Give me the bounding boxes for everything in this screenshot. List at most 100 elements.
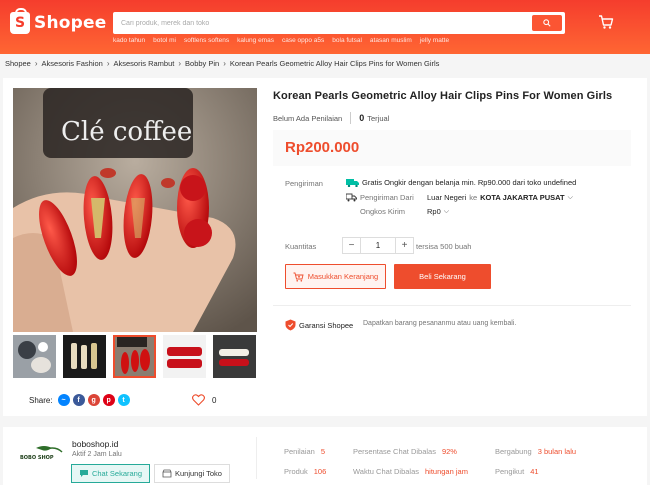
breadcrumb-link[interactable]: Aksesoris Fashion [42,59,103,68]
add-to-cart-button[interactable]: Masukkan Keranjang [285,264,386,289]
guarantee-badge[interactable]: Garansi Shopee [285,319,353,331]
thumbnail[interactable] [213,335,256,378]
breadcrumb-link[interactable]: Bobby Pin [185,59,219,68]
cart-add-icon [293,272,304,282]
chat-now-button[interactable]: Chat Sekarang [71,464,150,483]
shop-logo-text: BOBO SHOP [20,455,54,461]
product-photo: Clé coffee [13,88,257,332]
like-button[interactable]: 0 [192,394,216,406]
shipping-cost-value[interactable]: Rp0 [427,207,441,216]
suggestion-link[interactable]: kado tahun [113,37,145,44]
stat-followers: Pengikut 41 [495,467,539,476]
price-box: Rp200.000 [273,130,631,166]
stat-label: Persentase Chat Dibalas [353,447,436,456]
logo-text: Shopee [34,13,107,33]
chat-now-label: Chat Sekarang [91,469,143,478]
thumbnail-photo [213,335,256,378]
breadcrumb: Shopee › Aksesoris Fashion › Aksesoris R… [5,59,439,68]
stat-label: Penilaian [284,447,315,456]
suggestion-link[interactable]: kalung emas [237,37,274,44]
stat-label: Pengikut [495,467,525,476]
stat-value: 92% [441,447,457,456]
visit-shop-label: Kunjungi Toko [175,469,222,478]
chevron-right-icon: › [106,59,110,68]
suggestion-link[interactable]: bola futsal [332,37,362,44]
thumbnail[interactable] [163,335,206,378]
stat-value: 5 [320,447,326,456]
search-input[interactable] [113,12,523,34]
visit-shop-button[interactable]: Kunjungi Toko [154,464,230,483]
shipping-to-label: ke [469,193,478,202]
stat-value: 3 bulan lalu [537,447,577,456]
shipping-cost-label: Ongkos Kirim [360,207,406,216]
suggestion-link[interactable]: botol mi [153,37,176,44]
shipping-from-row: Pengiriman Dari Luar Negeri ke KOTA JAKA… [346,193,573,202]
search-icon [543,19,551,27]
thumbnail-photo [163,335,206,378]
stat-joined: Bergabung 3 bulan lalu [495,447,576,456]
shop-card: BOBO SHOP boboshop.id Aktif 2 Jam Lalu C… [3,427,647,485]
increment-button[interactable]: + [395,238,413,253]
suggestion-link[interactable]: softlens softens [184,37,229,44]
thumbnail-active[interactable] [113,335,156,378]
search-suggestions: kado tahun botol mi softlens softens kal… [113,37,449,44]
free-shipping-text: Gratis Ongkir dengan belanja min. Rp90.0… [362,178,577,187]
suggestion-link[interactable]: atasan muslim [370,37,412,44]
shipping-destination[interactable]: KOTA JAKARTA PUSAT [480,193,564,202]
divider [350,112,352,124]
stat-value[interactable]: 106 [314,467,327,476]
header: S Shopee kado tahun botol mi softlens so… [0,0,650,54]
product-main-image[interactable]: Clé coffee [13,88,257,332]
store-icon [162,469,172,478]
truck-icon [346,193,357,202]
free-shipping-row: Gratis Ongkir dengan belanja min. Rp90.0… [346,178,576,187]
thumbnail[interactable] [13,335,56,378]
thumbnail-strip [13,335,256,378]
chevron-down-icon[interactable]: ⌵ [444,208,449,216]
divider [256,437,257,479]
facebook-icon[interactable]: f [72,394,85,406]
share-row: Share: ~ f g p t [29,394,130,406]
chevron-right-icon: › [223,59,226,68]
google-plus-icon[interactable]: g [87,394,100,406]
rating-row: Belum Ada Penilaian 0 Terjual [273,112,389,124]
shipping-from-value: Luar Negeri [427,193,467,202]
messenger-icon[interactable]: ~ [57,394,70,406]
decrement-button[interactable]: − [343,238,361,253]
cart-icon[interactable] [598,14,614,30]
stat-ratings: Penilaian 5 [284,447,325,456]
thumbnail[interactable] [63,335,106,378]
quantity-input[interactable] [361,238,395,253]
stat-label: Bergabung [495,447,532,456]
thumbnail-photo [63,335,106,378]
suggestion-link[interactable]: case oppo a5s [282,37,324,44]
quantity-stepper: − + [342,237,414,254]
stat-products: Produk 106 [284,467,326,476]
stat-chat-time: Waktu Chat Dibalas hitungan jam [353,467,468,476]
product-title: Korean Pearls Geometric Alloy Hair Clips… [273,90,613,102]
guarantee-description: Dapatkan barang pesananmu atau uang kemb… [363,320,517,327]
free-shipping-truck-icon [346,179,359,187]
shield-icon [285,319,296,331]
pinterest-icon[interactable]: p [102,394,115,406]
twitter-icon[interactable]: t [117,394,130,406]
share-label: Share: [29,395,53,405]
heart-icon [192,394,205,406]
shop-active-status: Aktif 2 Jam Lalu [72,451,122,458]
chevron-down-icon[interactable]: ⌵ [568,194,573,202]
shopee-bag-icon: S [10,8,30,34]
breadcrumb-link[interactable]: Aksesoris Rambut [113,59,174,68]
breadcrumb-link[interactable]: Shopee [5,59,31,68]
cafe-sign-text: Clé coffee [61,117,192,147]
suggestion-link[interactable]: jelly matte [420,37,449,44]
stat-value: hitungan jam [425,467,468,476]
like-count: 0 [212,395,217,405]
shop-name[interactable]: boboshop.id [72,439,118,449]
rating-text: Belum Ada Penilaian [273,113,343,123]
search-button[interactable] [532,15,562,31]
shopee-logo[interactable]: S Shopee [10,8,107,34]
chevron-right-icon: › [34,59,38,68]
product-card: Clé coffee Share: ~ f g p t 0 Korean Pea… [3,78,647,416]
buy-now-button[interactable]: Beli Sekarang [394,264,491,289]
shop-logo[interactable]: BOBO SHOP [16,444,66,466]
